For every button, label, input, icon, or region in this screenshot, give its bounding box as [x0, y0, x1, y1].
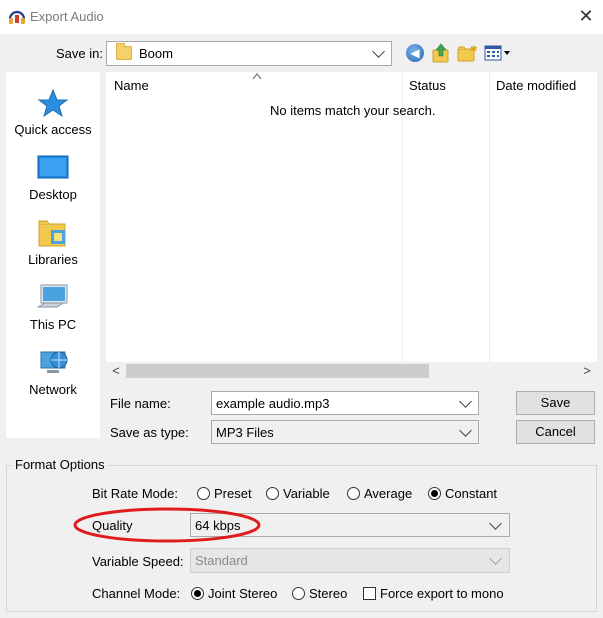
file-list[interactable]: Name Status Date modified No items match…	[106, 72, 597, 362]
place-label: Libraries	[28, 252, 78, 267]
radio-average-label[interactable]: Average	[364, 486, 412, 501]
force-mono-label[interactable]: Force export to mono	[380, 586, 504, 601]
column-header-status[interactable]: Status	[409, 78, 446, 93]
file-name-value: example audio.mp3	[216, 396, 330, 411]
desktop-icon	[37, 155, 69, 179]
radio-preset[interactable]	[197, 487, 210, 500]
chevron-down-icon	[489, 517, 502, 530]
highlight-ellipse	[73, 507, 261, 543]
save-as-type-dropdown[interactable]: MP3 Files	[211, 420, 479, 444]
radio-preset-label[interactable]: Preset	[214, 486, 252, 501]
place-quick-access[interactable]: Quick access	[6, 78, 100, 138]
scrollbar-thumb[interactable]	[126, 364, 429, 378]
radio-variable-label[interactable]: Variable	[283, 486, 330, 501]
save-button[interactable]: Save	[516, 391, 595, 415]
format-options-title: Format Options	[12, 457, 108, 472]
title-bar: Export Audio ✕	[0, 0, 603, 34]
chevron-down-icon	[459, 424, 472, 437]
save-as-type-label: Save as type:	[110, 425, 189, 440]
place-label: Network	[29, 382, 77, 397]
radio-constant[interactable]	[428, 487, 441, 500]
radio-constant-label[interactable]: Constant	[445, 486, 497, 501]
radio-average[interactable]	[347, 487, 360, 500]
chevron-down-icon	[489, 552, 502, 565]
place-network[interactable]: Network	[6, 338, 100, 398]
radio-stereo[interactable]	[292, 587, 305, 600]
new-folder-icon[interactable]: ✱	[457, 44, 477, 62]
svg-text:✱: ✱	[470, 45, 477, 55]
place-label: Quick access	[14, 122, 92, 137]
variable-speed-value: Standard	[195, 553, 248, 568]
file-name-input[interactable]: example audio.mp3	[211, 391, 479, 415]
radio-joint-stereo-label[interactable]: Joint Stereo	[208, 586, 277, 601]
force-mono-checkbox[interactable]	[363, 587, 376, 600]
place-label: This PC	[29, 317, 77, 332]
places-bar: Quick access Desktop Libraries This PC N…	[6, 72, 100, 438]
channel-mode-label: Channel Mode:	[92, 586, 181, 601]
chevron-down-icon[interactable]	[459, 395, 472, 408]
scroll-left-icon[interactable]: <	[108, 363, 124, 378]
sort-ascending-icon	[252, 73, 262, 80]
radio-variable[interactable]	[266, 487, 279, 500]
folder-icon	[116, 43, 132, 60]
network-icon	[40, 351, 68, 373]
place-label: Desktop	[29, 187, 77, 202]
cancel-button[interactable]: Cancel	[516, 420, 595, 444]
views-menu-icon[interactable]	[484, 44, 512, 62]
back-icon[interactable]: ◀	[406, 44, 424, 62]
place-desktop[interactable]: Desktop	[6, 143, 100, 203]
window-title: Export Audio	[30, 9, 104, 24]
variable-speed-label: Variable Speed:	[92, 554, 184, 569]
place-this-pc[interactable]: This PC	[6, 273, 100, 333]
quick-access-star-icon	[37, 88, 69, 118]
variable-speed-dropdown[interactable]: Standard	[190, 548, 510, 573]
radio-joint-stereo[interactable]	[191, 587, 204, 600]
chevron-down-icon	[372, 45, 385, 58]
place-libraries[interactable]: Libraries	[6, 208, 100, 268]
save-as-type-value: MP3 Files	[216, 425, 274, 440]
close-icon[interactable]: ✕	[576, 6, 596, 26]
this-pc-icon	[37, 284, 68, 308]
file-name-label: File name:	[110, 396, 171, 411]
libraries-icon	[38, 220, 66, 247]
audacity-headphones-icon	[8, 10, 26, 24]
save-in-label: Save in:	[56, 46, 103, 61]
column-header-date-modified[interactable]: Date modified	[496, 78, 576, 93]
save-in-folder-name: Boom	[139, 46, 173, 61]
column-divider	[489, 72, 490, 362]
column-header-name[interactable]: Name	[114, 78, 149, 93]
scroll-right-icon[interactable]: >	[579, 363, 595, 378]
radio-stereo-label[interactable]: Stereo	[309, 586, 347, 601]
save-in-dropdown[interactable]: Boom	[106, 41, 392, 66]
empty-message: No items match your search.	[270, 103, 436, 118]
bit-rate-mode-label: Bit Rate Mode:	[92, 486, 178, 501]
up-folder-icon[interactable]	[432, 43, 450, 63]
horizontal-scrollbar[interactable]: < >	[106, 362, 597, 380]
